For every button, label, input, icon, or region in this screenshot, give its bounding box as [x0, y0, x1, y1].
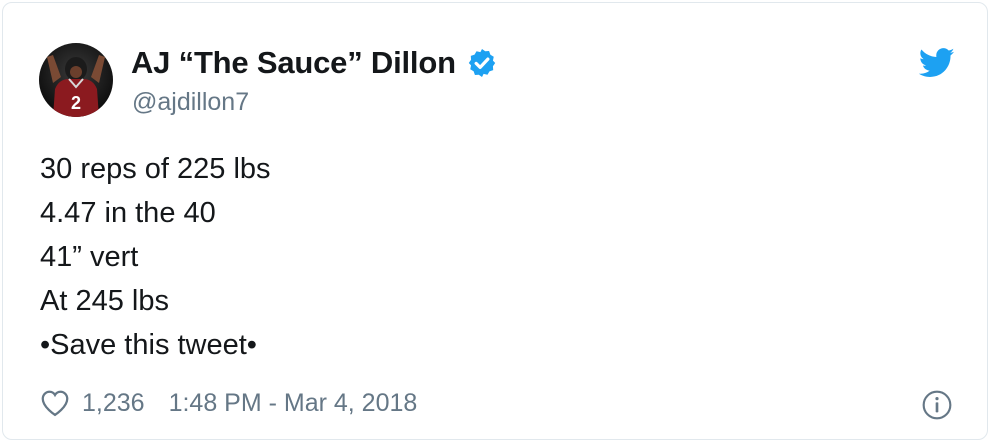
- tweet-card: 2 AJ “The Sauce” Dillon @ajdillon7 30 re…: [2, 2, 988, 440]
- author-handle[interactable]: @ajdillon7: [132, 86, 249, 118]
- like-count[interactable]: 1,236: [82, 386, 145, 420]
- avatar[interactable]: 2: [39, 43, 113, 117]
- verified-badge-icon: [468, 49, 496, 77]
- tweet-timestamp[interactable]: 1:48 PM - Mar 4, 2018: [169, 386, 418, 420]
- tweet-text: 30 reps of 225 lbs 4.47 in the 40 41” ve…: [40, 147, 271, 367]
- avatar-jersey-number: 2: [71, 93, 81, 113]
- twitter-bird-icon[interactable]: [919, 48, 955, 78]
- tweet-line: At 245 lbs: [40, 285, 169, 317]
- heart-icon[interactable]: [40, 389, 70, 417]
- tweet-line: 30 reps of 225 lbs: [40, 153, 271, 185]
- avatar-image: 2: [39, 43, 113, 117]
- info-icon[interactable]: [921, 389, 953, 421]
- tweet-line: 41” vert: [40, 241, 139, 273]
- author-name[interactable]: AJ “The Sauce” Dillon: [131, 43, 456, 83]
- author-name-row[interactable]: AJ “The Sauce” Dillon: [131, 43, 498, 83]
- tweet-line: 4.47 in the 40: [40, 197, 216, 229]
- tweet-footer: 1,236 1:48 PM - Mar 4, 2018: [40, 386, 417, 420]
- tweet-line: •Save this tweet•: [40, 329, 257, 361]
